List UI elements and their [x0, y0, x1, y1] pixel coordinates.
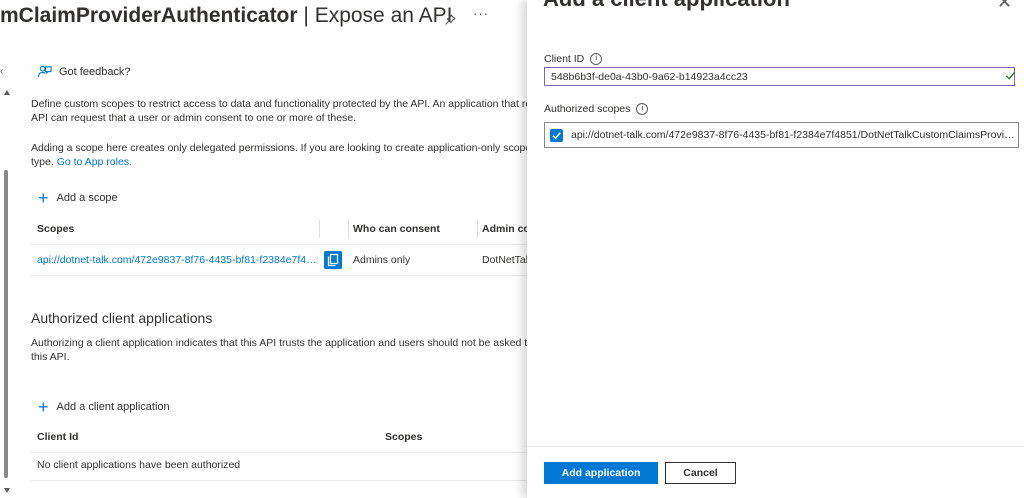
go-to-app-roles-link[interactable]: Go to App roles. — [57, 156, 132, 168]
client-id-input[interactable] — [544, 67, 1015, 86]
empty-state-text: No client applications have been authori… — [37, 459, 241, 471]
description-line: Define custom scopes to restrict access … — [31, 98, 527, 110]
column-divider[interactable] — [319, 220, 320, 238]
scope-link[interactable]: api://dotnet-talk.com/472e9837-8f76-4435… — [37, 245, 317, 275]
column-header-who-can-consent[interactable]: Who can consent — [353, 214, 440, 244]
authorized-apps-heading: Authorized client applications — [31, 310, 213, 326]
panel-footer-divider — [527, 446, 1024, 447]
note-text: type. — [31, 155, 57, 168]
clients-grid-header: Client Id Scopes — [31, 422, 527, 453]
add-scope-button[interactable]: + Add a scope — [38, 188, 118, 208]
description-line: Authorizing a client application indicat… — [31, 337, 527, 349]
scroll-down-arrow[interactable] — [4, 488, 10, 493]
collapse-menu-icon[interactable]: ‹ — [0, 66, 3, 77]
column-header-admin-consent[interactable]: Admin consent display name — [482, 214, 527, 244]
column-divider[interactable] — [348, 220, 349, 238]
scrollbar-thumb[interactable] — [4, 170, 8, 478]
close-icon[interactable]: ✕ — [997, 0, 1012, 13]
scopes-note: Adding a scope here creates only delegat… — [31, 142, 527, 169]
copy-icon — [327, 253, 339, 267]
client-id-label: Client ID i — [544, 53, 603, 65]
plus-icon: + — [38, 188, 49, 208]
add-client-application-label: Add a client application — [56, 401, 170, 413]
scope-option[interactable]: api://dotnet-talk.com/472e9837-8f76-4435… — [544, 122, 1019, 148]
panel-title: Add a client application — [543, 0, 790, 12]
info-icon[interactable]: i — [636, 103, 649, 115]
authorized-scopes-label-text: Authorized scopes — [544, 103, 631, 115]
plus-icon: + — [38, 397, 49, 417]
scope-consent-value: Admins only — [353, 254, 411, 266]
page-title-separator: | — [297, 4, 315, 27]
feedback-icon — [37, 65, 52, 78]
client-id-label-text: Client ID — [544, 53, 585, 65]
cancel-button[interactable]: Cancel — [665, 462, 736, 484]
checkmark-icon — [552, 131, 561, 139]
scopes-description: Define custom scopes to restrict access … — [31, 98, 527, 125]
feedback-label: Got feedback? — [59, 65, 131, 78]
column-header-client-scopes[interactable]: Scopes — [385, 422, 422, 452]
scopes-grid-header: Scopes Who can consent Admin consent dis… — [31, 214, 527, 245]
column-divider[interactable] — [477, 220, 478, 238]
feedback-link[interactable]: Got feedback? — [37, 64, 131, 79]
authorized-apps-description: Authorizing a client application indicat… — [31, 337, 527, 364]
page-title-section: Expose an API — [314, 4, 453, 27]
description-line: API can request that a user or admin con… — [31, 111, 357, 124]
scope-option-label: api://dotnet-talk.com/472e9837-8f76-4435… — [571, 129, 1016, 141]
add-client-application-panel: Add a client application ✕ Client ID i A… — [527, 0, 1024, 498]
note-line: type. Go to App roles. — [31, 156, 527, 170]
table-row: api://dotnet-talk.com/472e9837-8f76-4435… — [31, 245, 527, 276]
add-scope-label: Add a scope — [56, 192, 118, 204]
checkmark-valid-icon — [1005, 71, 1016, 80]
pin-icon[interactable] — [443, 13, 457, 27]
authorized-scopes-label: Authorized scopes i — [544, 103, 649, 115]
info-icon[interactable]: i — [590, 53, 603, 65]
column-header-client-id[interactable]: Client Id — [37, 422, 78, 452]
clients-empty-row: No client applications have been authori… — [31, 450, 527, 481]
scope-admin-name-value: DotNetTalk — [482, 254, 527, 266]
more-options-icon[interactable]: ··· — [473, 6, 489, 21]
note-line: Adding a scope here creates only delegat… — [31, 142, 527, 154]
add-client-application-button[interactable]: + Add a client application — [38, 397, 170, 417]
scroll-up-arrow[interactable] — [4, 90, 10, 95]
page-title-app: mClaimProviderAuthenticator — [0, 4, 298, 27]
column-header-scopes[interactable]: Scopes — [37, 214, 74, 244]
add-application-button[interactable]: Add application — [544, 462, 658, 484]
page-title: mClaimProviderAuthenticator | Expose an … — [0, 4, 452, 28]
scope-checkbox[interactable] — [550, 128, 563, 142]
copy-to-clipboard-button[interactable] — [324, 251, 342, 269]
description-line: this API. — [31, 350, 70, 363]
